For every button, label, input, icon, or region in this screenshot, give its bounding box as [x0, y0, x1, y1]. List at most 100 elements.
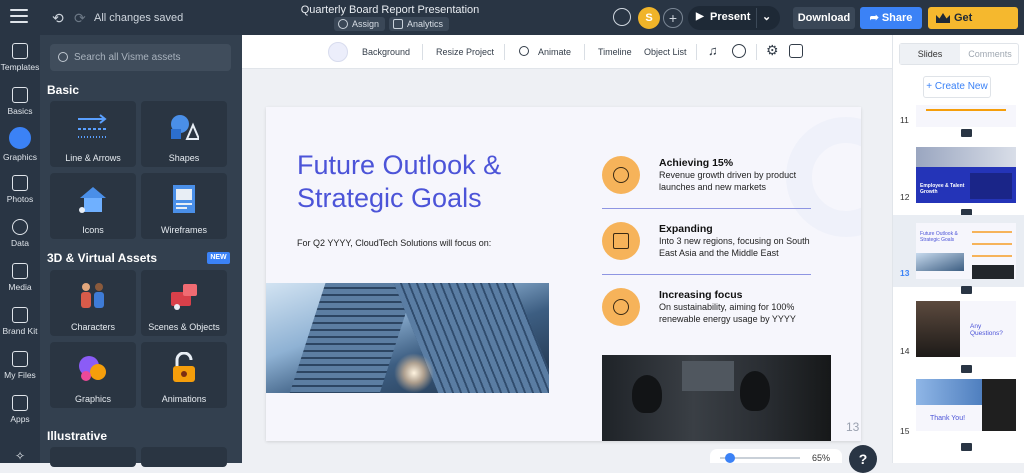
team-photo[interactable]: [602, 355, 831, 441]
project-title[interactable]: Quarterly Board Report Presentation: [300, 4, 480, 16]
sidebar-item-label: Brand Kit: [2, 326, 38, 336]
thumb-photo: [916, 147, 1016, 167]
slide-number-current: 13: [900, 268, 910, 278]
slide-thumbnail-11[interactable]: [916, 105, 1016, 127]
slide-canvas[interactable]: Future Outlook & Strategic Goals For Q2 …: [266, 107, 861, 441]
thumb-photo: [916, 253, 964, 271]
transition-icon[interactable]: [961, 286, 972, 294]
section-illustrative-heading: Illustrative: [47, 429, 108, 443]
asset-card-shapes[interactable]: Shapes: [141, 101, 227, 167]
sun-flare: [394, 353, 434, 393]
comment-icon[interactable]: [613, 8, 631, 26]
search-input[interactable]: Search all Visme assets: [50, 44, 231, 71]
redo-icon[interactable]: ⟳: [74, 10, 86, 27]
chevron-down-icon[interactable]: ⌄: [762, 10, 771, 23]
goal-divider: [602, 208, 811, 209]
share-button[interactable]: ➦ Share: [860, 7, 922, 29]
object-list-button[interactable]: Object List: [644, 47, 687, 57]
sidebar-item-graphics[interactable]: Graphics: [0, 127, 40, 162]
asset-card-animations[interactable]: Animations: [141, 342, 227, 408]
timeline-button[interactable]: Timeline: [598, 47, 632, 57]
slide-thumbnail-12[interactable]: Employee & Talent Growth: [916, 147, 1016, 203]
slide-thumbnail-15[interactable]: Thank You!: [916, 379, 1016, 431]
sidebar-item-label: My Files: [4, 370, 36, 380]
panel-tabs: Slides Comments: [899, 43, 1019, 65]
sidebar-item-label: Data: [11, 238, 29, 248]
sidebar-item-label: Templates: [0, 62, 40, 72]
sidebar-item-label: Apps: [10, 414, 30, 424]
thumb-photo: [916, 301, 960, 357]
download-button[interactable]: Download: [793, 7, 855, 29]
slide-title[interactable]: Future Outlook & Strategic Goals: [297, 149, 557, 215]
slide-thumbnail-13[interactable]: Future Outlook & Strategic Goals: [916, 223, 1016, 279]
create-new-slide-button[interactable]: + Create New: [923, 76, 991, 98]
asset-card-illustrative-2[interactable]: [141, 447, 227, 467]
sidebar-item-photos[interactable]: Photos: [0, 175, 40, 204]
timer-icon[interactable]: [732, 44, 746, 58]
canvas-area: Future Outlook & Strategic Goals For Q2 …: [242, 69, 892, 473]
play-icon: ▶: [696, 11, 704, 22]
background-button[interactable]: Background: [362, 47, 410, 57]
thumb-photo: [972, 265, 1014, 279]
transition-icon[interactable]: [961, 365, 972, 373]
sidebar-item-label: Media: [8, 282, 32, 292]
asset-card-scenes-objects[interactable]: Scenes & Objects: [141, 270, 227, 336]
toolbar-divider: [696, 44, 697, 60]
sidebar-item-my-files[interactable]: My Files: [0, 351, 40, 380]
growth-chart-icon: [602, 222, 640, 260]
sidebar-item-templates[interactable]: Templates: [0, 43, 40, 72]
zoom-control: 65%: [710, 449, 842, 463]
present-button[interactable]: ▶ Present ⌄: [688, 6, 780, 30]
asset-card-lines-arrows[interactable]: Line & Arrows: [50, 101, 136, 167]
new-badge: NEW: [207, 252, 230, 264]
resize-project-button[interactable]: Resize Project: [436, 47, 494, 57]
asset-card-icons[interactable]: Icons: [50, 173, 136, 239]
sidebar-item-basics[interactable]: Basics: [0, 87, 40, 116]
share-label: Share: [881, 12, 913, 24]
goal-text: On sustainability, aiming for 100% renew…: [659, 302, 796, 324]
sidebar-item-data[interactable]: Data: [0, 219, 40, 248]
sidebar-item-media[interactable]: Media: [0, 263, 40, 292]
section-3d-heading: 3D & Virtual Assets: [47, 251, 158, 265]
animate-button[interactable]: Animate: [538, 47, 571, 57]
crown-icon: [936, 13, 950, 23]
skyscraper-photo[interactable]: [266, 283, 549, 393]
asset-card-illustrative-1[interactable]: [50, 447, 136, 467]
sidebar-item-apps[interactable]: Apps: [0, 395, 40, 424]
tab-comments[interactable]: Comments: [960, 44, 1020, 64]
shapes-icon: [171, 115, 199, 140]
assign-button[interactable]: Assign: [334, 17, 386, 31]
transition-icon[interactable]: [961, 129, 972, 137]
asset-card-characters[interactable]: Characters: [50, 270, 136, 336]
media-icon: [12, 263, 28, 279]
thumb-photo: [982, 379, 1016, 431]
menu-icon[interactable]: [10, 9, 28, 25]
thumb-photo: [916, 379, 982, 405]
add-collaborator-button[interactable]: +: [663, 8, 683, 28]
zoom-slider-handle[interactable]: [725, 453, 736, 463]
background-color-swatch[interactable]: [328, 42, 348, 62]
tab-slides[interactable]: Slides: [900, 44, 960, 64]
slide-thumbnail-14[interactable]: Any Questions?: [916, 301, 1016, 357]
sparkle-icon[interactable]: ✧: [0, 449, 40, 463]
asset-card-label: Shapes: [168, 153, 200, 163]
asset-card-graphics[interactable]: Graphics: [50, 342, 136, 408]
help-button[interactable]: ?: [849, 445, 877, 473]
monitor-shape: [682, 361, 734, 391]
shapes-icon: [9, 127, 31, 149]
animate-icon[interactable]: [519, 46, 529, 56]
analytics-button[interactable]: Analytics: [389, 17, 450, 31]
goal-text: Revenue growth driven by product launche…: [659, 170, 797, 192]
asset-card-label: Animations: [161, 394, 207, 404]
get-premium-button[interactable]: Get Premium: [928, 7, 1018, 46]
music-icon[interactable]: ♫: [708, 43, 718, 58]
settings-gear-icon[interactable]: ⚙: [766, 42, 779, 59]
undo-icon[interactable]: ⟲: [52, 10, 64, 27]
focus-mode-icon[interactable]: [789, 44, 803, 58]
avatar[interactable]: S: [638, 7, 660, 29]
asset-card-wireframes[interactable]: Wireframes: [141, 173, 227, 239]
slide-subtitle[interactable]: For Q2 YYYY, CloudTech Solutions will fo…: [297, 238, 491, 248]
transition-icon[interactable]: [961, 443, 972, 451]
zoom-value[interactable]: 65%: [812, 453, 830, 463]
sidebar-item-brand-kit[interactable]: Brand Kit: [0, 307, 40, 336]
